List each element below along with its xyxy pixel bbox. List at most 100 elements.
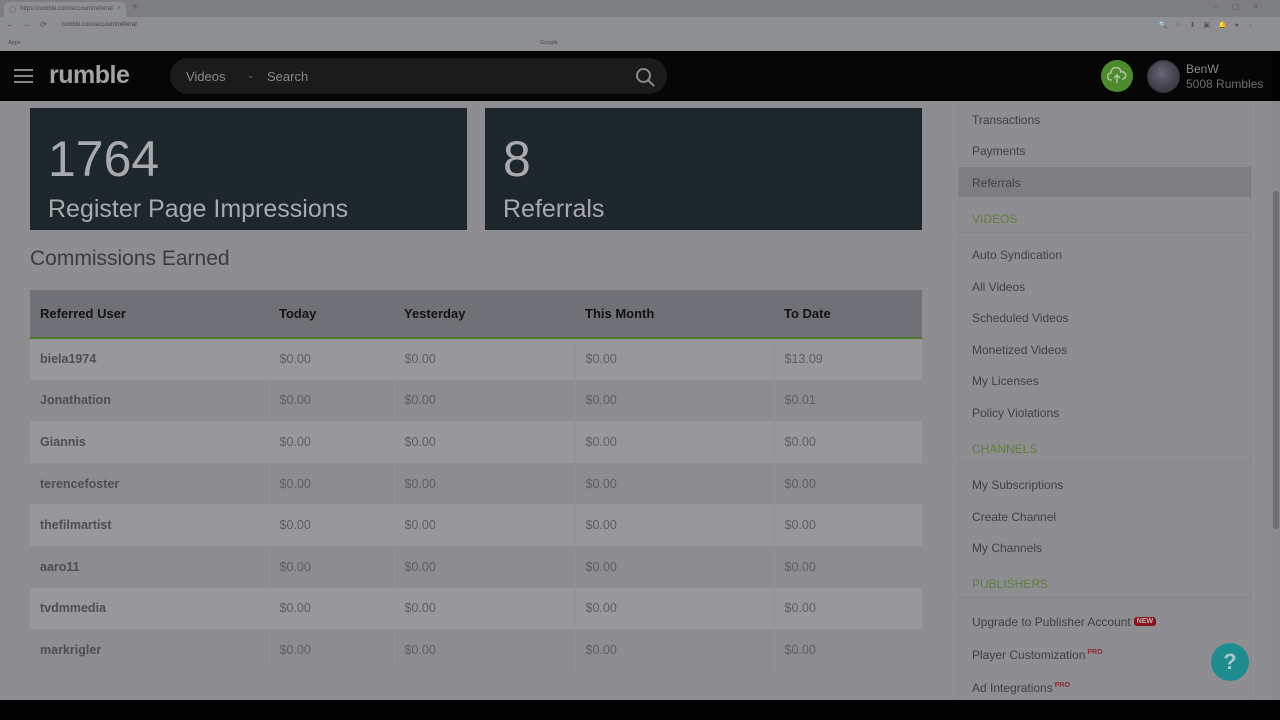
sidebar-heading-videos: VIDEOS (959, 203, 1251, 233)
menu-icon[interactable] (14, 69, 33, 83)
sidebar-item-payments[interactable]: Payments (959, 135, 1251, 165)
amount-cell: $0.00 (394, 462, 576, 505)
sidebar-item-my-subscriptions[interactable]: My Subscriptions (959, 469, 1251, 499)
amount-cell: $0.00 (784, 476, 816, 491)
rumble-logo[interactable]: rumble (49, 61, 130, 90)
search-icon[interactable] (635, 67, 655, 87)
referred-user-cell: aaro11 (30, 545, 270, 588)
bookmark-google[interactable]: Google (540, 40, 558, 46)
amount-cell: $0.00 (575, 629, 775, 671)
amount-cell: $0.00 (269, 587, 395, 630)
amount-cell: $0.00 (394, 338, 576, 380)
pro-badge: PRO (1054, 682, 1070, 689)
sidebar-item-upgrade-publisher[interactable]: Upgrade to Publisher Account NEW (959, 606, 1251, 636)
upload-button[interactable] (1101, 60, 1133, 92)
column-header: This Month (585, 306, 655, 321)
amount-cell: $0.00 (784, 642, 816, 657)
amount-cell: $0.00 (575, 545, 775, 588)
amount-cell: $0.00 (394, 587, 576, 630)
amount-cell: $0.00 (575, 504, 775, 546)
avatar[interactable] (1147, 60, 1180, 93)
sidebar-item-ad-integrations[interactable]: Ad Integrations PRO (959, 672, 1251, 702)
sidebar-item-my-licenses[interactable]: My Licenses (959, 365, 1251, 395)
amount-cell: $0.00 (269, 338, 395, 380)
amount-cell: $0.00 (269, 629, 395, 671)
amount-cell: $0.00 (394, 545, 576, 588)
sidebar-item-policy-violations[interactable]: Policy Violations (959, 397, 1251, 427)
sidebar-item-my-channels[interactable]: My Channels (959, 532, 1251, 562)
amount-cell: $0.00 (269, 545, 395, 588)
browser-tab-bar: https://rumble.com/account/referral × + … (0, 0, 1280, 17)
table-row: markrigler $0.00 $0.00 $0.00 $0.00 (30, 629, 922, 671)
search-category-select[interactable]: Videos (186, 69, 226, 84)
sidebar-item-all-videos[interactable]: All Videos (959, 271, 1251, 301)
sidebar-item-monetized-videos[interactable]: Monetized Videos (959, 334, 1251, 364)
sidebar-heading-publishers: PUBLISHERS (959, 568, 1251, 598)
chevron-down-icon[interactable]: ⌄ (247, 70, 255, 81)
referred-user-cell: Giannis (30, 421, 270, 463)
site-header: rumble Videos ⌄ BenW 5008 Rumbles (0, 51, 1272, 101)
user-name[interactable]: BenW (1186, 62, 1219, 76)
sidebar-item-transactions[interactable]: Transactions (959, 104, 1251, 134)
bookmark-apps[interactable]: Apps (8, 40, 21, 46)
page-scrollbar[interactable] (1272, 101, 1280, 700)
stat-value: 1764 (48, 131, 160, 187)
stat-label: Referrals (503, 195, 605, 223)
user-rumbles-count: 5008 Rumbles (1186, 77, 1264, 91)
new-tab-button[interactable]: + (132, 2, 138, 13)
cloud-upload-icon (1107, 67, 1127, 83)
section-title: Commissions Earned (30, 247, 230, 270)
amount-cell: $0.00 (784, 434, 816, 449)
table-row: biela1974 $0.00 $0.00 $0.00 $13.09 (30, 338, 922, 380)
sidebar-item-scheduled-videos[interactable]: Scheduled Videos (959, 302, 1251, 332)
sidebar-item-label: Ad Integrations (972, 681, 1053, 695)
referred-user-cell: markrigler (30, 629, 270, 671)
sidebar-item-player-customization[interactable]: Player Customization PRO (959, 639, 1251, 669)
amount-cell: $0.00 (575, 462, 775, 505)
amount-cell: $0.00 (269, 379, 395, 422)
bookmarks-bar: Apps Google (0, 35, 1280, 51)
address-bar: ←→⟳ rumble.com/account/referral 🔍☆⬇▣🔔●⋮ (0, 17, 1280, 35)
extension-icons[interactable]: 🔍☆⬇▣🔔●⋮ (1159, 21, 1262, 29)
amount-cell: $0.00 (394, 629, 576, 671)
tab-favicon-icon (9, 6, 16, 13)
stat-card-referrals: 8 Referrals (485, 108, 922, 230)
stat-label: Register Page Impressions (48, 195, 349, 223)
table-header-row: Referred User Today Yesterday This Month… (30, 290, 922, 338)
new-badge: NEW (1133, 617, 1157, 626)
column-header: Referred User (40, 306, 126, 321)
browser-nav-buttons[interactable]: ←→⟳ (6, 20, 56, 29)
sidebar-item-create-channel[interactable]: Create Channel (959, 501, 1251, 531)
url-field[interactable]: rumble.com/account/referral (62, 22, 137, 28)
search-bar: Videos ⌄ (170, 58, 667, 94)
referred-user-cell: biela1974 (30, 338, 270, 380)
amount-cell: $0.00 (575, 421, 775, 463)
window-controls[interactable]: –▢× (1213, 2, 1272, 11)
amount-cell: $0.00 (784, 518, 816, 533)
tab-title: https://rumble.com/account/referral (20, 6, 113, 12)
help-button[interactable]: ? (1211, 643, 1249, 681)
amount-cell: $0.00 (269, 504, 395, 546)
tab-close-icon[interactable]: × (117, 5, 121, 12)
referred-user-cell: Jonathation (30, 379, 270, 422)
referred-user-cell: terencefoster (30, 462, 270, 505)
sidebar-item-referrals[interactable]: Referrals (959, 167, 1251, 197)
column-header: Yesterday (404, 306, 466, 321)
amount-cell: $0.00 (394, 421, 576, 463)
search-input[interactable] (267, 66, 617, 86)
sidebar-item-auto-syndication[interactable]: Auto Syndication (959, 239, 1251, 269)
amount-cell: $0.00 (784, 559, 816, 574)
column-header: To Date (784, 306, 831, 321)
amount-cell: $0.00 (394, 504, 576, 546)
sidebar-item-label: Player Customization (972, 648, 1086, 662)
amount-cell: $0.00 (394, 379, 576, 422)
account-sidebar: Transactions Payments Referrals VIDEOS A… (958, 101, 1251, 700)
browser-tab[interactable]: https://rumble.com/account/referral × (4, 2, 126, 17)
scrollbar-thumb[interactable] (1273, 191, 1279, 529)
stat-value: 8 (503, 131, 531, 187)
amount-cell: $0.00 (575, 587, 775, 630)
table-row: aaro11 $0.00 $0.00 $0.00 $0.00 (30, 545, 922, 588)
stat-card-impressions: 1764 Register Page Impressions (30, 108, 467, 230)
letterbox-bar (0, 700, 1280, 720)
amount-cell: $0.00 (575, 379, 775, 422)
